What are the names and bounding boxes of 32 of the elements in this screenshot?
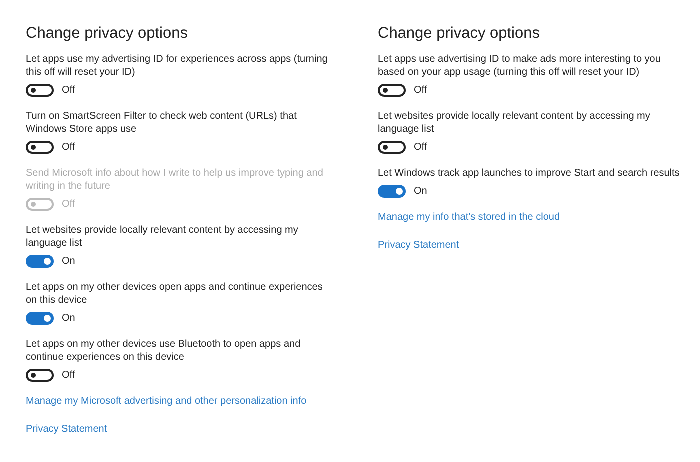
option-label: Send Microsoft info about how I write to help us improve typing and writing in the future xyxy=(26,167,324,193)
option-label: Let websites provide locally relevant content by accessing my language list xyxy=(378,110,652,136)
section-title: Change privacy options xyxy=(378,24,541,44)
link[interactable]: Privacy Statement xyxy=(26,423,108,436)
option-label: Let apps on my other devices open apps and continue experiences on this device xyxy=(26,281,324,307)
toggle-switch[interactable] xyxy=(378,185,406,198)
toggle-switch[interactable] xyxy=(378,84,406,97)
option-label: Let apps on my other devices use Bluetooth to open apps and continue experiences on this device xyxy=(26,338,302,364)
toggle-switch[interactable] xyxy=(26,84,54,97)
option-label: Let Windows track app launches to improve Start and search results xyxy=(378,167,681,180)
toggle-state: Off xyxy=(62,198,76,211)
link[interactable]: Privacy Statement xyxy=(378,239,460,252)
toggle-state: On xyxy=(62,255,76,268)
toggle-switch[interactable] xyxy=(26,369,54,382)
toggle-state: Off xyxy=(414,84,428,97)
toggle-switch[interactable] xyxy=(26,141,54,154)
link[interactable]: Manage my info that's stored in the cloud xyxy=(378,211,560,224)
option-label: Turn on SmartScreen Filter to check web content (URLs) that Windows Store apps use xyxy=(26,110,298,136)
link[interactable]: Manage my Microsoft advertising and other personalization info xyxy=(26,395,307,408)
toggle-state: Off xyxy=(62,369,76,382)
toggle-switch[interactable] xyxy=(26,312,54,325)
toggle-switch[interactable] xyxy=(26,255,54,268)
option-label: Let apps use advertising ID to make ads more interesting to you based on your app usage (turning this off will reset your ID) xyxy=(378,53,662,79)
toggle-switch[interactable] xyxy=(378,141,406,154)
toggle-state: Off xyxy=(62,141,76,154)
toggle-state: Off xyxy=(414,141,428,154)
option-label: Let websites provide locally relevant content by accessing my language list xyxy=(26,224,300,250)
toggle-state: On xyxy=(414,185,428,198)
option-label: Let apps use my advertising ID for experiences across apps (turning this off will reset your ID) xyxy=(26,53,329,79)
section-title: Change privacy options xyxy=(26,24,189,44)
toggle-state: Off xyxy=(62,84,76,97)
toggle-state: On xyxy=(62,312,76,325)
